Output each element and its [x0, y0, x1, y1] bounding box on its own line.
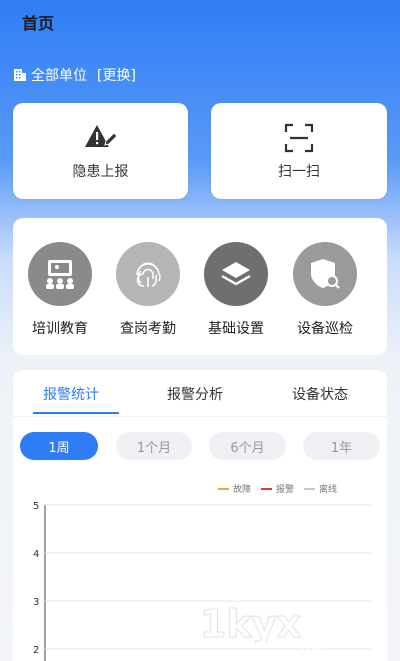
- legend-swatch-offline: [304, 487, 316, 490]
- tabs-divider: [13, 416, 387, 417]
- legend-swatch-fault: [218, 487, 229, 490]
- hazard-report-label: 隐患上报: [72, 164, 129, 180]
- unit-name: 全部单位: [31, 68, 87, 84]
- function-training-label: 培训教育: [32, 321, 88, 337]
- function-inspection-label: 设备巡检: [297, 321, 353, 337]
- active-tab-indicator: [33, 412, 119, 414]
- svg-text:1kyx: 1kyx: [200, 603, 301, 643]
- function-basic-settings[interactable]: 基础设置: [196, 242, 276, 338]
- legend-label-alarm: 报警: [276, 485, 295, 495]
- legend-item-offline: 离线: [304, 482, 337, 495]
- unit-selector[interactable]: 全部单位 [更换]: [13, 65, 136, 85]
- tab-alarm-stats[interactable]: 报警统计: [43, 384, 99, 404]
- fingerprint-icon: [116, 242, 180, 306]
- tab-alarm-analysis[interactable]: 报警分析: [167, 384, 223, 404]
- stats-tabs: 报警统计 报警分析 设备状态: [13, 380, 387, 414]
- y-tick-label: 2: [33, 645, 39, 656]
- scan-button[interactable]: 扫一扫: [211, 103, 387, 199]
- legend-label-offline: 离线: [319, 485, 338, 495]
- legend-label-fault: 故障: [233, 485, 252, 495]
- unit-switch-link[interactable]: [更换]: [97, 65, 136, 85]
- function-attendance-label: 查岗考勤: [120, 321, 176, 337]
- period-6-months[interactable]: 6个月: [209, 432, 286, 460]
- tab-device-status[interactable]: 设备状态: [292, 384, 348, 404]
- hazard-report-button[interactable]: 隐患上报: [13, 103, 188, 199]
- legend-item-alarm: 报警: [261, 482, 294, 495]
- function-basic-settings-label: 基础设置: [208, 321, 264, 337]
- function-training[interactable]: 培训教育: [20, 242, 100, 338]
- period-1-week[interactable]: 1周: [20, 432, 98, 460]
- layers-icon: [204, 242, 268, 306]
- scan-label: 扫一扫: [278, 164, 320, 180]
- watermark-url: www.1kyx.com: [310, 629, 378, 639]
- training-icon: [28, 242, 92, 306]
- y-tick-label: 5: [33, 501, 39, 512]
- function-inspection[interactable]: 设备巡检: [285, 242, 365, 338]
- shield-search-icon: [293, 242, 357, 306]
- building-icon: [14, 69, 26, 81]
- watermark: 1kyx 一刻游戏网 www.1kyx.com: [200, 602, 390, 661]
- y-tick-label: 4: [33, 549, 39, 560]
- scan-icon: [284, 123, 314, 153]
- chart-legend: 故障 报警 离线: [218, 482, 337, 495]
- page-title: 首页: [22, 14, 55, 33]
- period-1-year[interactable]: 1年: [303, 432, 380, 460]
- hazard-report-icon: [84, 125, 118, 147]
- function-grid: 培训教育 查岗考勤 基础设置 设备巡检: [13, 218, 387, 355]
- y-tick-label: 3: [33, 597, 39, 608]
- function-attendance[interactable]: 查岗考勤: [108, 242, 188, 338]
- period-1-month[interactable]: 1个月: [116, 432, 192, 460]
- legend-item-fault: 故障: [218, 482, 251, 495]
- legend-swatch-alarm: [261, 487, 273, 490]
